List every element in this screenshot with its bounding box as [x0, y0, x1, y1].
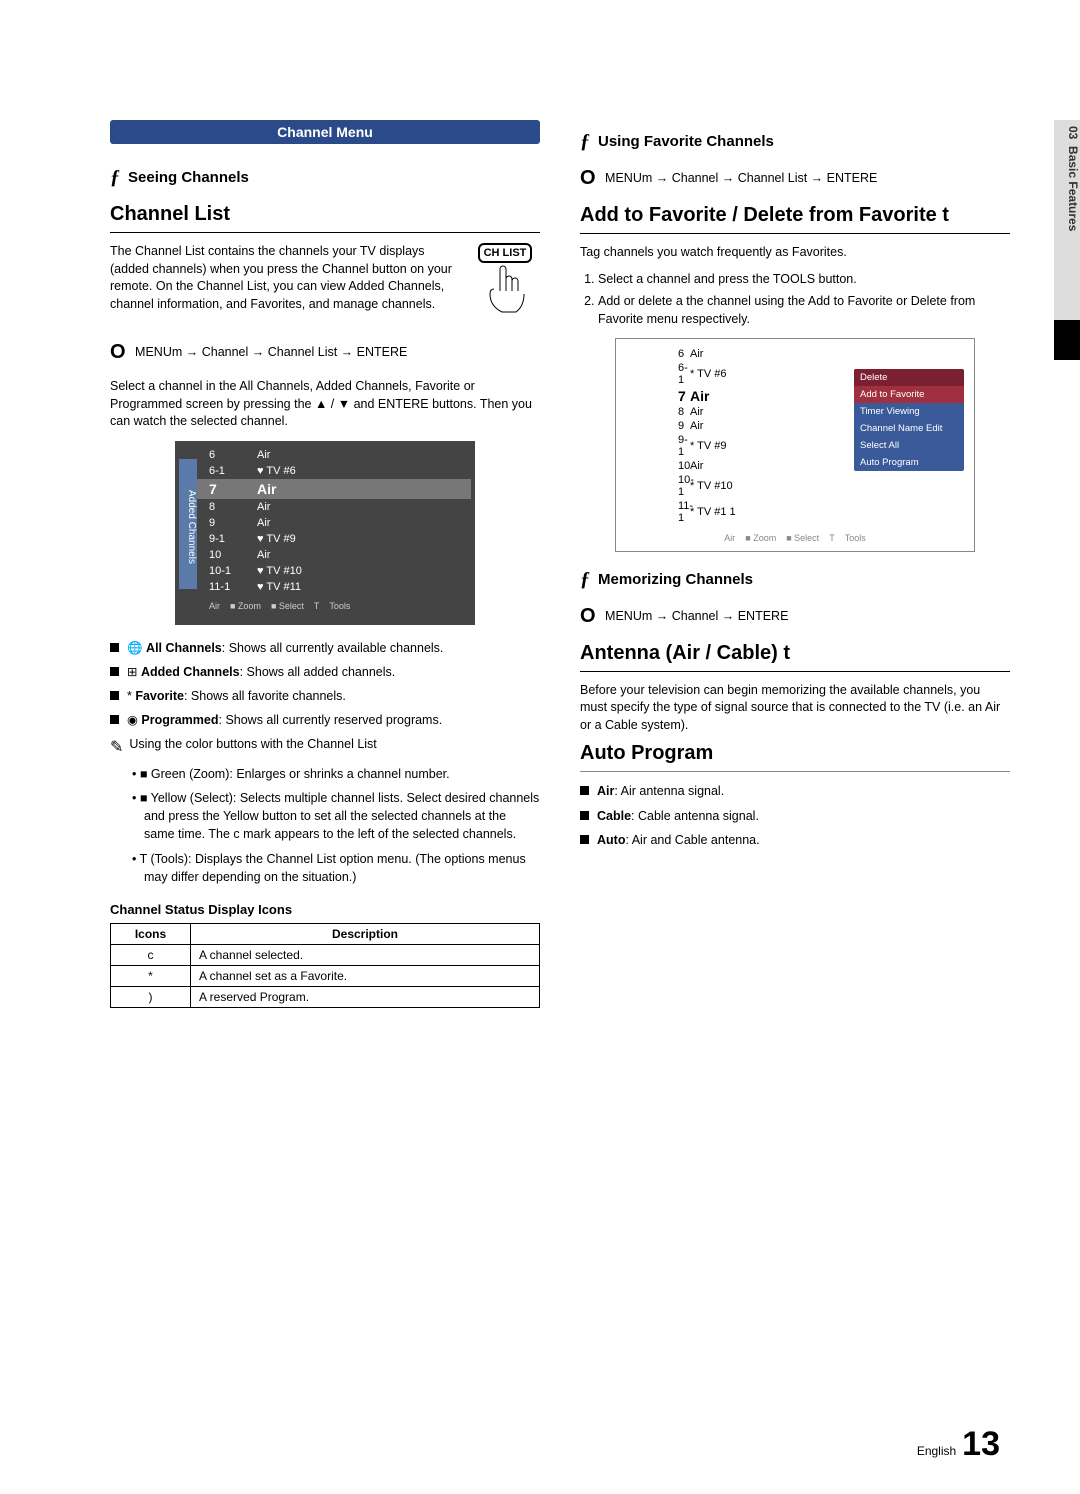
- favorite-footer-bar: Air■ Zoom■ SelectTTools: [622, 525, 968, 543]
- add-delete-favorite-title: Add to Favorite / Delete from Favorite t: [580, 204, 1010, 234]
- channel-row: 6-1♥ TV #6: [179, 463, 471, 479]
- popup-item: Delete: [854, 369, 964, 386]
- channel-row: 9Air: [179, 515, 471, 531]
- favorite-preview: 6Air6-1* TV #67Air8Air9Air9-1* TV #910Ai…: [615, 338, 975, 552]
- right-column: ƒ Using Favorite Channels O MENUm → Chan…: [580, 120, 1010, 1008]
- menu-path-2-text: MENUm → Channel → Channel List → ENTERE: [605, 171, 877, 185]
- page-number: English 13: [917, 1425, 1000, 1464]
- seeing-channels-heading: ƒ Seeing Channels: [110, 166, 540, 189]
- step-item: Add or delete a the channel using the Ad…: [598, 292, 1010, 328]
- menu-path-2: O MENUm → Channel → Channel List → ENTER…: [604, 167, 1010, 190]
- icons-th-icons: Icons: [111, 923, 191, 944]
- table-row: cA channel selected.: [111, 944, 540, 965]
- color-button-item: T (Tools): Displays the Channel List opt…: [144, 850, 540, 886]
- popup-item: Add to Favorite: [854, 386, 964, 403]
- auto-program-list: Air: Air antenna signal. Cable: Cable ant…: [580, 782, 1010, 848]
- left-column: Channel Menu ƒ Seeing Channels Channel L…: [110, 120, 540, 1008]
- using-favorite-label: Using Favorite Channels: [598, 133, 774, 150]
- color-buttons-note-text: Using the color buttons with the Channel…: [129, 737, 376, 757]
- channel-row: 9-1♥ TV #9: [179, 531, 471, 547]
- channel-row: 11-1♥ TV #11: [179, 579, 471, 595]
- popup-item: Select All: [854, 437, 964, 454]
- icons-table-title: Channel Status Display Icons: [110, 902, 540, 917]
- channel-list-title: Channel List: [110, 203, 540, 233]
- sidebar-chapter-tab: 03 Basic Features: [1054, 120, 1080, 320]
- menu-icon: O: [580, 605, 596, 627]
- popup-item: Auto Program: [854, 454, 964, 471]
- chlist-button-label: CH LIST: [478, 243, 533, 263]
- channel-row: 6Air: [622, 347, 968, 361]
- table-row: *A channel set as a Favorite.: [111, 965, 540, 986]
- remote-chlist-icon: CH LIST: [470, 243, 540, 333]
- hand-icon: [480, 263, 530, 319]
- check-icon: ƒ: [580, 568, 590, 591]
- antenna-text: Before your television can begin memoriz…: [580, 682, 1010, 735]
- channel-type-list: 🌐 All Channels: Shows all currently avai…: [110, 639, 540, 730]
- favorite-steps: Select a channel and press the TOOLS but…: [580, 270, 1010, 328]
- channel-row: 7Air: [179, 479, 471, 499]
- channel-row: 10Air: [179, 547, 471, 563]
- popup-item: Channel Name Edit: [854, 420, 964, 437]
- channel-type-item: ⊞ Added Channels: Shows all added channe…: [110, 663, 540, 681]
- channel-row: 6Air: [179, 447, 471, 463]
- channel-menu-banner: Channel Menu: [110, 120, 540, 144]
- auto-program-item: Auto: Air and Cable antenna.: [580, 831, 1010, 849]
- check-icon: ƒ: [110, 166, 120, 189]
- channel-type-item: ◉ Programmed: Shows all currently reserv…: [110, 711, 540, 729]
- added-channels-tab: Added Channels: [179, 459, 197, 589]
- color-button-item: ■ Green (Zoom): Enlarges or shrinks a ch…: [144, 765, 540, 783]
- auto-program-title: Auto Program: [580, 742, 1010, 772]
- section-name: Basic Features: [1066, 146, 1080, 231]
- sidebar-marker: [1054, 320, 1080, 360]
- menu-path-3: O MENUm → Channel → ENTERE: [604, 605, 1010, 628]
- tools-popup-menu: DeleteAdd to FavoriteTimer ViewingChanne…: [854, 369, 964, 471]
- color-button-sublist: ■ Green (Zoom): Enlarges or shrinks a ch…: [110, 765, 540, 886]
- check-icon: ƒ: [580, 130, 590, 153]
- select-instruction: Select a channel in the All Channels, Ad…: [110, 378, 540, 431]
- channel-list-preview: Added Channels 6Air6-1♥ TV #67Air8Air9Ai…: [175, 441, 475, 625]
- note-icon: ✎: [110, 737, 123, 757]
- seeing-channels-label: Seeing Channels: [128, 169, 249, 186]
- table-row: )A reserved Program.: [111, 986, 540, 1007]
- channel-row: 10-1♥ TV #10: [179, 563, 471, 579]
- step-item: Select a channel and press the TOOLS but…: [598, 270, 1010, 288]
- menu-icon: O: [580, 167, 596, 189]
- tag-intro: Tag channels you watch frequently as Fav…: [580, 244, 1010, 262]
- menu-path-3-text: MENUm → Channel → ENTERE: [605, 609, 788, 623]
- memorizing-label: Memorizing Channels: [598, 571, 753, 588]
- channel-row: 11-1* TV #1 1: [622, 499, 968, 525]
- channel-row: 8Air: [179, 499, 471, 515]
- channel-list-intro: The Channel List contains the channels y…: [110, 243, 462, 313]
- page-num-value: 13: [962, 1425, 1000, 1464]
- color-buttons-note: ✎ Using the color buttons with the Chann…: [110, 737, 540, 757]
- color-button-item: ■ Yellow (Select): Selects multiple chan…: [144, 789, 540, 843]
- menu-path-1: O MENUm → Channel → Channel List → ENTER…: [134, 341, 540, 364]
- tv-footer-bar: Air■ Zoom■ SelectTTools: [179, 595, 471, 611]
- menu-icon: O: [110, 341, 126, 363]
- channel-type-item: 🌐 All Channels: Shows all currently avai…: [110, 639, 540, 657]
- channel-type-item: * Favorite: Shows all favorite channels.: [110, 687, 540, 705]
- auto-program-item: Air: Air antenna signal.: [580, 782, 1010, 800]
- auto-program-item: Cable: Cable antenna signal.: [580, 807, 1010, 825]
- page-lang: English: [917, 1444, 956, 1458]
- chapter-number: 03: [1066, 126, 1080, 139]
- icons-table: Icons Description cA channel selected.*A…: [110, 923, 540, 1008]
- popup-item: Timer Viewing: [854, 403, 964, 420]
- menu-path-1-text: MENUm → Channel → Channel List → ENTERE: [135, 345, 407, 359]
- channel-row: 10-1* TV #10: [622, 473, 968, 499]
- antenna-title: Antenna (Air / Cable) t: [580, 642, 1010, 672]
- icons-th-desc: Description: [191, 923, 540, 944]
- memorizing-heading: ƒ Memorizing Channels: [580, 568, 1010, 591]
- using-favorite-heading: ƒ Using Favorite Channels: [580, 130, 1010, 153]
